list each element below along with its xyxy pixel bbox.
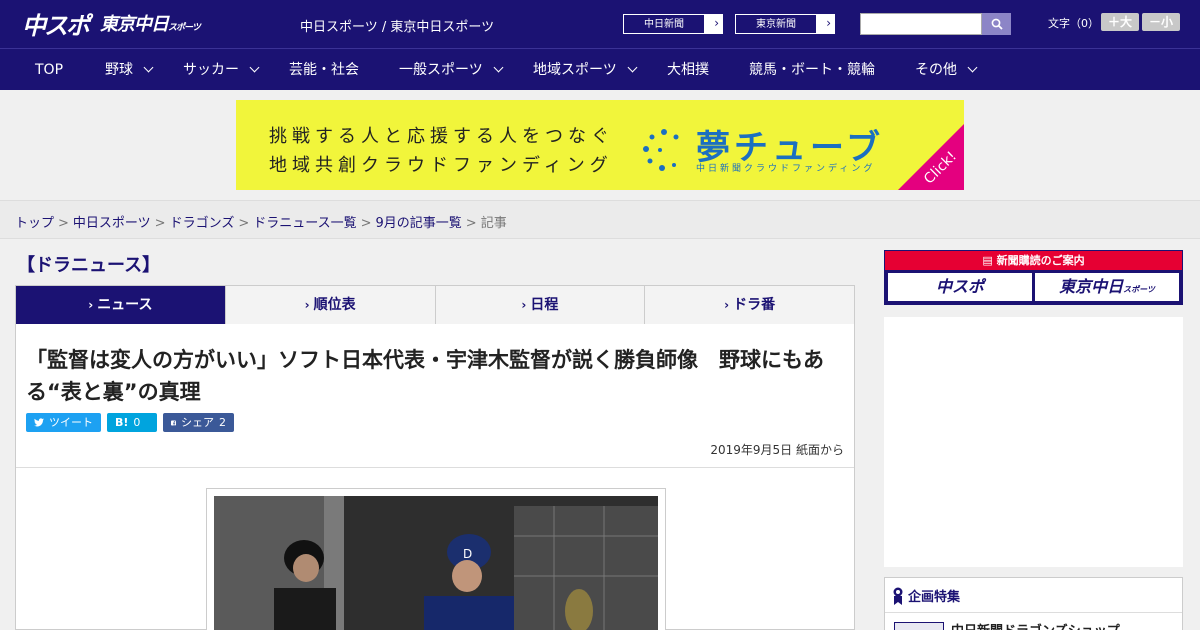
chevron-right-icon: › [304,298,310,312]
news-tabs: › ニュース › 順位表 › 日程 › ドラ番 [15,285,855,332]
nav-item-racing[interactable]: 競馬・ボート・競輪 [749,49,875,91]
feature-heading: 企画特集 [893,586,960,605]
breadcrumb-september-list[interactable]: 9月の記事一覧 [376,216,462,231]
banner-brand-sub: 中日新聞クラウドファンディング [696,164,876,174]
tokyo-shimbun-link[interactable]: 東京新聞 › [734,13,836,35]
feature-panel: 企画特集 中日新聞ドラゴンズショップ [884,577,1183,630]
chevron-down-icon [143,62,154,73]
nav-item-baseball[interactable]: 野球 [105,49,154,91]
font-decrease-button[interactable]: －小 [1142,13,1180,31]
feature-thumbnail[interactable] [894,622,944,630]
search-input[interactable] [860,13,982,35]
nav-item-entertainment[interactable]: 芸能・社会 [289,49,359,91]
top-header: 中スポ 東京中日スポーツ 中日スポーツ / 東京中日スポーツ 中日新聞 › 東京… [0,0,1200,48]
newspaper-icon: ▤ [982,254,997,267]
subscribe-chuspo[interactable]: 中スポ [888,273,1032,301]
hatena-icon: B! [115,416,129,429]
svg-text:D: D [463,547,472,561]
breadcrumb-chunichi-sports[interactable]: 中日スポーツ [73,216,151,231]
social-buttons: ツイート B! 0 シェア 2 [26,413,234,432]
article: 「監督は変人の方がいい」ソフト日本代表・宇津木監督が説く勝負師像 野球にもある“… [15,324,855,630]
chevron-down-icon [967,62,978,73]
subscription-banner[interactable]: ▤ 新聞購読のご案内 中スポ 東京中日スポーツ [884,250,1183,305]
site-links[interactable]: 中日スポーツ / 東京中日スポーツ [300,16,494,35]
dots-logo-icon [643,129,679,171]
search-button[interactable] [982,13,1011,35]
breadcrumb-current: 記事 [480,216,507,231]
article-photo-frame: D [206,488,666,630]
search-icon [991,18,1003,30]
photo-scene: D [214,496,658,630]
facebook-icon [171,420,176,425]
font-size-label: 文字（0） [1048,17,1099,30]
crowdfunding-banner[interactable]: 挑戦する人と応援する人をつなぐ 地域共創クラウドファンディング 夢チューブ 中日… [236,100,964,190]
chevron-right-icon: › [88,298,94,312]
banner-line-1: 挑戦する人と応援する人をつなぐ [269,126,614,147]
font-increase-button[interactable]: ＋大 [1101,13,1139,31]
nav-item-top[interactable]: TOP [35,49,63,91]
breadcrumb: トップ > 中日スポーツ > ドラゴンズ > ドラニュース一覧 >9月の記事一覧 > 記事 [15,216,507,231]
facebook-share-button[interactable]: シェア 2 [163,413,234,432]
ribbon-icon [893,587,903,605]
nav-item-general-sports[interactable]: 一般スポーツ [399,49,504,91]
chevron-right-icon: › [826,16,831,30]
chevron-down-icon [493,62,504,73]
tab-schedule[interactable]: › 日程 [436,286,646,324]
chevron-down-icon [627,62,638,73]
breadcrumb-dora-news-list[interactable]: ドラニュース一覧 [253,216,356,231]
nav-item-soccer[interactable]: サッカー [183,49,260,91]
tab-news[interactable]: › ニュース [16,286,226,332]
hatena-bookmark-button[interactable]: B! 0 [107,413,157,432]
nav-item-sumo[interactable]: 大相撲 [667,49,709,91]
subscribe-tokyo-chunichi[interactable]: 東京中日スポーツ [1035,273,1179,301]
divider [16,467,854,468]
feature-item-dragons-shop[interactable]: 中日新聞ドラゴンズショップ [951,620,1120,630]
chevron-right-icon: › [521,298,527,312]
chevron-right-icon: › [714,16,719,30]
chuspo-logo[interactable]: 中スポ [22,6,90,41]
ad-slot[interactable] [884,317,1183,567]
hatena-count: 0 [133,416,141,429]
section-title: 【ドラニュース】 [17,255,161,276]
nav-item-other[interactable]: その他 [915,49,978,91]
article-photo[interactable]: D [214,496,658,630]
nav-item-local-sports[interactable]: 地域スポーツ [533,49,638,91]
site-logo[interactable]: 中スポ 東京中日スポーツ [22,6,201,41]
breadcrumb-bar: トップ > 中日スポーツ > ドラゴンズ > ドラニュース一覧 >9月の記事一覧 > 記事 [0,200,1200,239]
share-count: 2 [219,416,226,429]
subscribe-title: ▤ 新聞購読のご案内 [885,251,1182,270]
banner-line-2: 地域共創クラウドファンディング [269,155,613,176]
tokyo-chunichi-logo[interactable]: 東京中日スポーツ [100,10,201,36]
main-nav: TOP 野球 サッカー 芸能・社会 一般スポーツ 地域スポーツ 大相撲 競馬・ボ… [0,48,1200,90]
chevron-down-icon [249,62,260,73]
chevron-right-icon: › [724,298,730,312]
twitter-icon [34,418,44,427]
article-date: 2019年9月5日 紙面から [710,443,844,457]
chunichi-shimbun-link[interactable]: 中日新聞 › [622,13,724,35]
banner-area: 挑戦する人と応援する人をつなぐ 地域共創クラウドファンディング 夢チューブ 中日… [0,90,1200,200]
breadcrumb-dragons[interactable]: ドラゴンズ [170,216,235,231]
divider [885,612,1182,613]
breadcrumb-top[interactable]: トップ [15,216,54,231]
tweet-button[interactable]: ツイート [26,413,101,432]
tab-standings[interactable]: › 順位表 [226,286,436,324]
article-headline: 「監督は変人の方がいい」ソフト日本代表・宇津木監督が説く勝負師像 野球にもある“… [26,348,824,404]
tab-dora-ban[interactable]: › ドラ番 [645,286,854,324]
